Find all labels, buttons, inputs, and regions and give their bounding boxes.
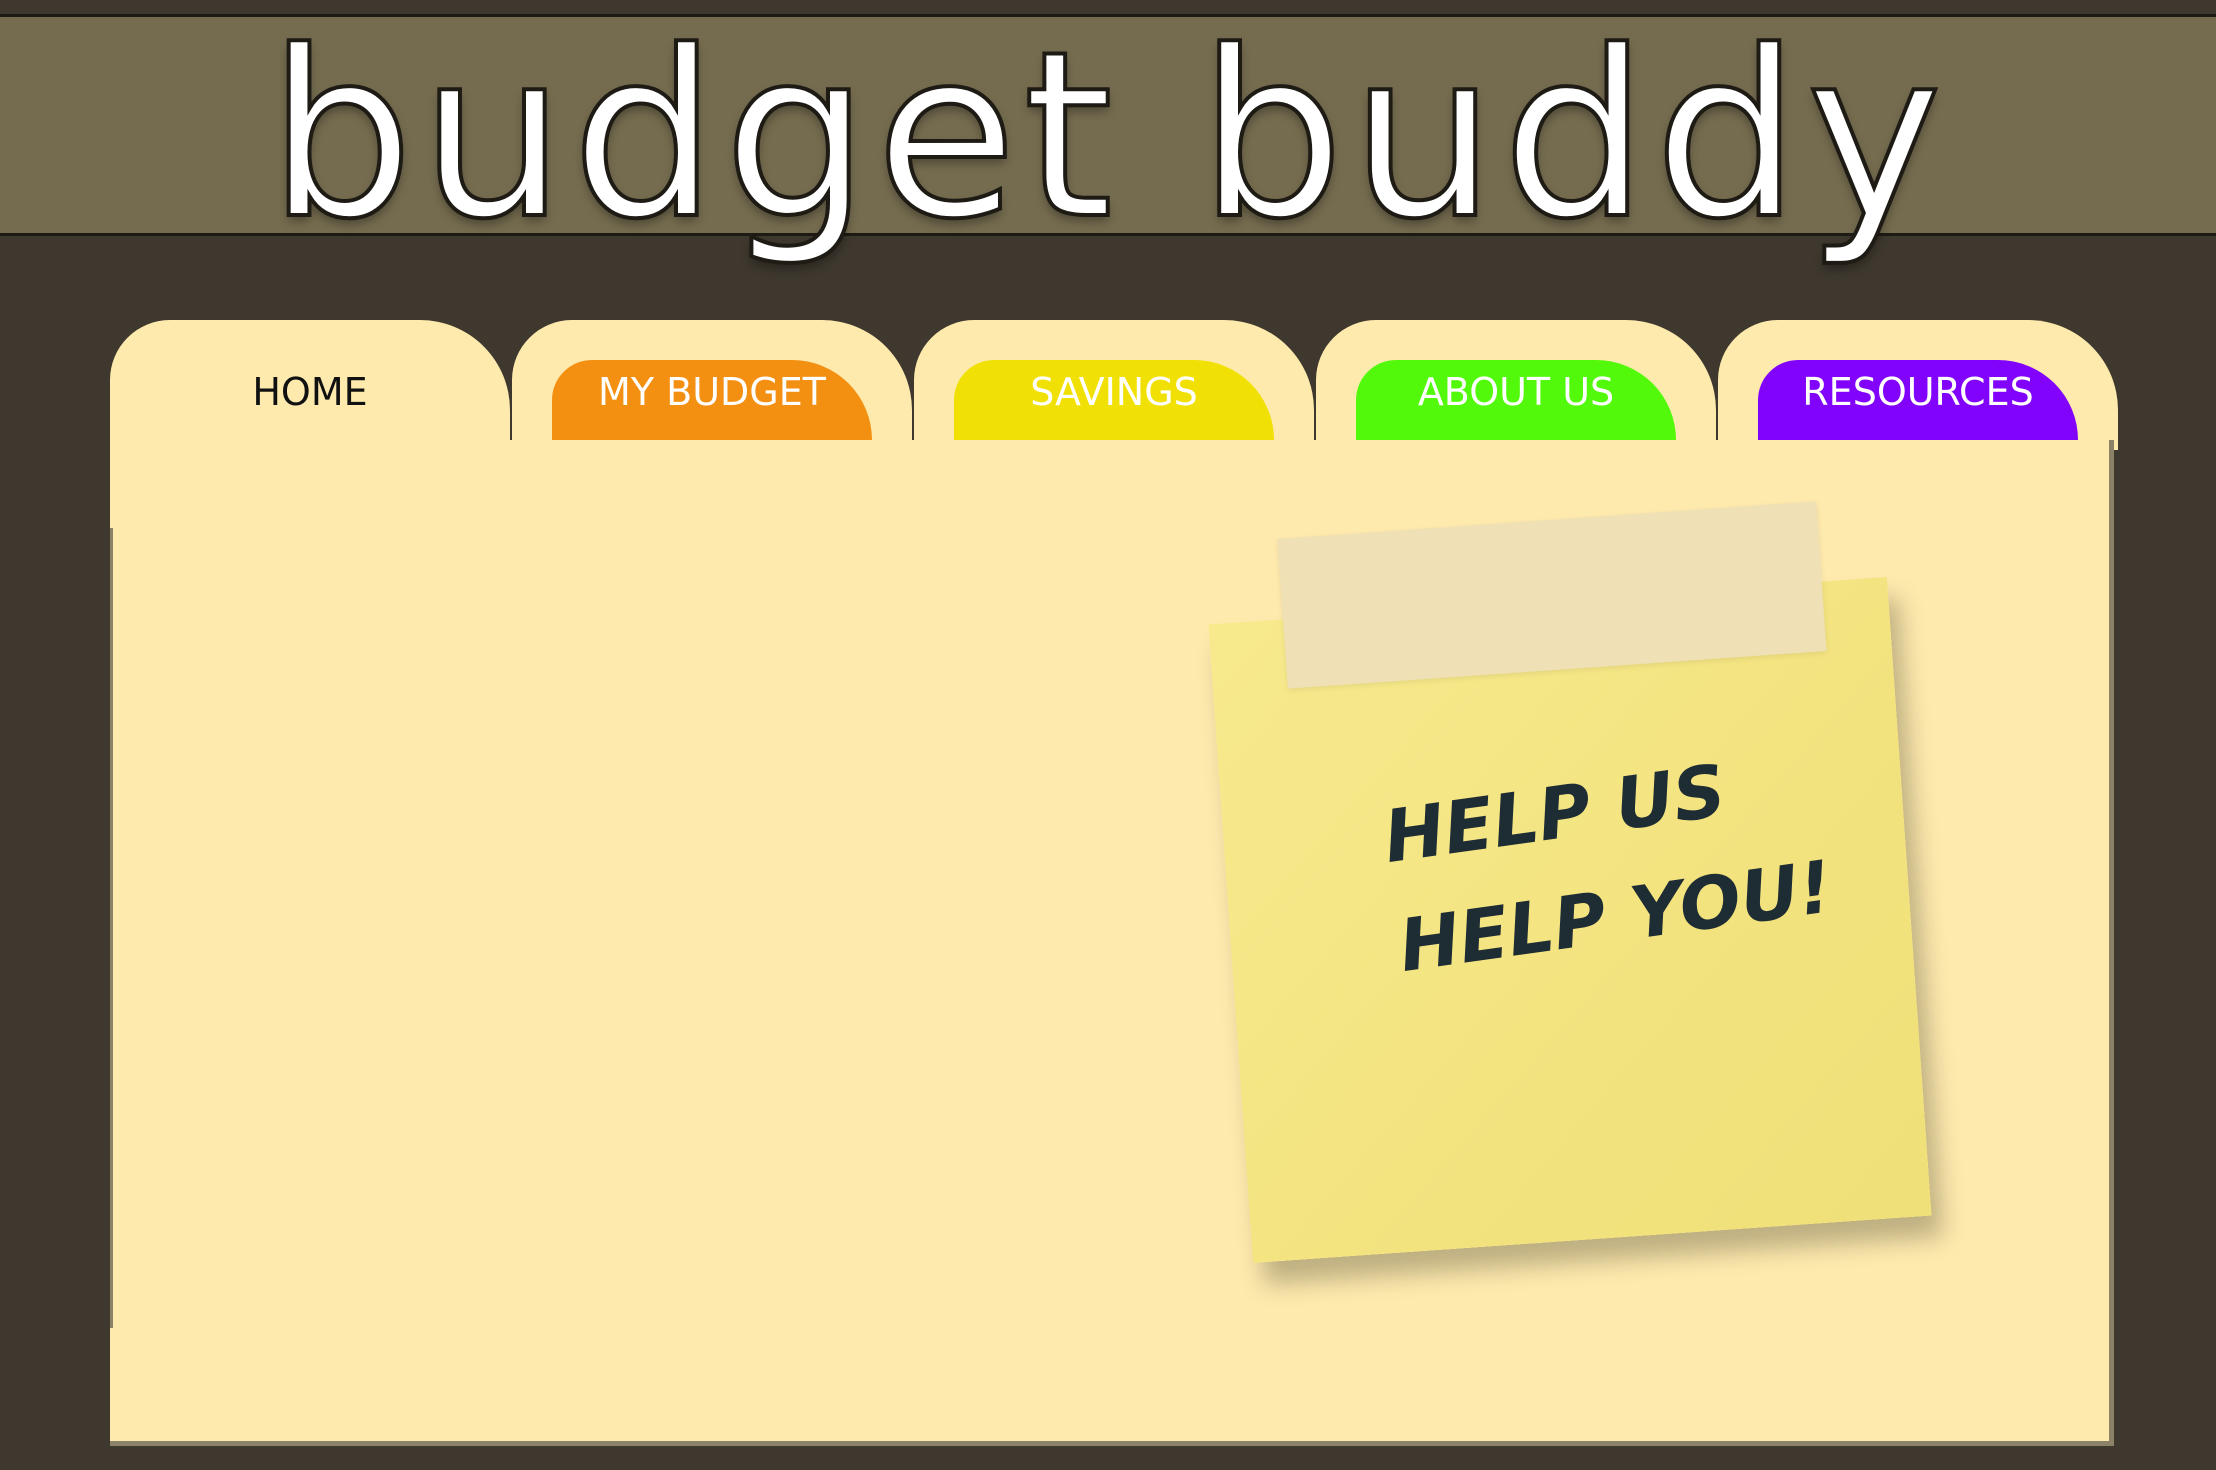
tab-my-budget[interactable]: MY BUDGET — [512, 320, 912, 450]
tab-my-budget-pill[interactable]: MY BUDGET — [552, 360, 872, 450]
tab-resources-label: RESOURCES — [1802, 370, 2034, 414]
tab-my-budget-label: MY BUDGET — [598, 370, 826, 414]
tab-about-us-pill[interactable]: ABOUT US — [1356, 360, 1676, 450]
sticky-note: HELP US HELP YOU! — [1208, 501, 1950, 1263]
tab-savings-pill[interactable]: SAVINGS — [954, 360, 1274, 450]
folder-left-edge — [110, 528, 113, 1328]
tab-home-label: HOME — [252, 370, 368, 414]
tab-resources[interactable]: RESOURCES — [1718, 320, 2118, 450]
tab-about-us[interactable]: ABOUT US — [1316, 320, 1716, 450]
tab-home[interactable]: HOME — [110, 320, 510, 450]
tab-about-us-label: ABOUT US — [1417, 370, 1615, 414]
app-logo: budget buddy — [266, 3, 1949, 270]
tab-savings[interactable]: SAVINGS — [914, 320, 1314, 450]
tab-resources-pill[interactable]: RESOURCES — [1758, 360, 2078, 450]
tab-savings-label: SAVINGS — [1030, 370, 1198, 414]
